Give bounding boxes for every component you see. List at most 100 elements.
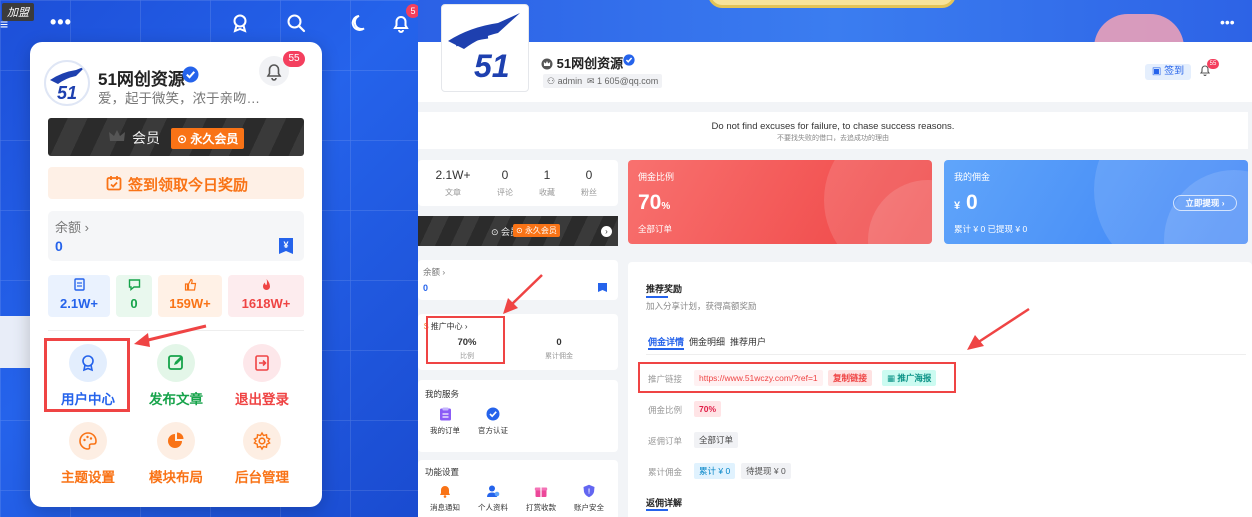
stat-value: 0 — [130, 296, 138, 311]
sign-in-label: 签到领取今日奖励 — [128, 177, 249, 194]
menu-publish-article[interactable]: 发布文章 — [136, 344, 216, 414]
vip-bar[interactable]: ⊙ 会员 ⊙ 永久会员 › — [418, 216, 618, 246]
pending-chip: 待提现 ¥ 0 — [741, 463, 791, 479]
motto-banner: Do not find excuses for failure, to chas… — [418, 112, 1248, 149]
commission-rate-title: 佣金比例 — [638, 172, 675, 182]
stat-articles[interactable]: 2.1W+ — [48, 275, 110, 317]
notification-count-badge: 5 — [406, 4, 418, 18]
profile-avatar[interactable]: 51 — [441, 4, 529, 92]
kpi-label: 粉丝 — [581, 188, 597, 197]
card-notification-badge: 55 — [283, 51, 305, 67]
fire-icon — [228, 278, 304, 291]
chevron-right-icon[interactable]: › — [601, 226, 612, 237]
commission-rate-card: 佣金比例 70% 全部订单 — [628, 160, 932, 244]
stat-value: 1618W+ — [241, 296, 291, 311]
crown-icon — [108, 128, 126, 144]
balance-card[interactable]: 余额 › 0 ¥ — [48, 211, 304, 261]
sidebar-edge — [0, 316, 30, 368]
balance-value: 0 — [55, 238, 63, 254]
tab-commission-detail[interactable]: 佣金详情 — [648, 335, 684, 348]
search-icon[interactable] — [286, 13, 306, 33]
profile-banner: ••• — [418, 0, 1252, 48]
balance-label: 余额 › — [423, 267, 446, 277]
menu-label: 后台管理 — [235, 470, 289, 485]
kpi-value: 0 — [585, 168, 593, 182]
comment-icon — [116, 278, 152, 291]
active-tab-underline — [648, 348, 684, 350]
stat-popularity[interactable]: 1618W+ — [228, 275, 304, 317]
sign-in-reward-button[interactable]: 签到领取今日奖励 — [48, 167, 304, 199]
badge-ribbon-icon[interactable] — [230, 13, 250, 33]
yen-wallet-icon: ¥ — [277, 237, 295, 255]
menu-module-layout[interactable]: 模块布局 — [136, 422, 216, 492]
gift-icon — [516, 484, 566, 498]
calendar-check-icon — [106, 175, 122, 191]
gear-icon — [243, 422, 281, 460]
vip-label: 会员 — [132, 130, 160, 146]
mobile-user-panel: 加盟 ••• 5 ≡ 51 51网创资源 爱，起于微笑，浓于亲吻… 55 会员 … — [0, 0, 418, 517]
highlight-box — [44, 338, 130, 412]
withdraw-button[interactable]: 立即提现 › — [1173, 195, 1237, 211]
promo-total: 0 — [556, 337, 562, 348]
menu-logout[interactable]: 退出登录 — [222, 344, 302, 414]
svg-text:51: 51 — [57, 83, 77, 103]
stat-comments[interactable]: 0 — [116, 275, 152, 317]
menu-theme-settings[interactable]: 主题设置 — [48, 422, 128, 492]
feature-label: 消息通知 — [430, 503, 460, 512]
my-commission-title: 我的佣金 — [954, 172, 991, 182]
shield-icon: ! — [564, 484, 614, 498]
orders-label: 返佣订单 — [648, 436, 683, 446]
svg-text:¥: ¥ — [283, 240, 288, 250]
menu-admin-panel[interactable]: 后台管理 — [222, 422, 302, 492]
yen-wallet-icon — [597, 282, 608, 293]
email-tag: ✉ 1 605@qq.com — [583, 74, 663, 88]
user-stats-panel: 2.1W+ 文章 0 评论 1 收藏 0 粉丝 — [418, 160, 618, 206]
more-dots-icon[interactable]: ••• — [1220, 14, 1235, 30]
user-motto: 爱，起于微笑，浓于亲吻… — [98, 91, 260, 106]
divider — [48, 330, 304, 331]
svg-text:!: ! — [588, 489, 590, 496]
balance-panel[interactable]: 余额 › 0 — [418, 260, 618, 300]
document-icon — [48, 278, 110, 291]
verified-icon — [468, 407, 518, 421]
feature-notifications[interactable]: 消息通知 — [420, 484, 470, 513]
tab-commission-records[interactable]: 佣金明细 — [689, 335, 725, 348]
verified-icon — [623, 54, 635, 66]
promo-total-label: 累计佣金 — [545, 353, 573, 360]
divider — [646, 354, 1246, 355]
commission-rate-value: 70% — [638, 191, 671, 214]
feature-account-security[interactable]: ! 账户安全 — [564, 484, 614, 513]
vip-tag: ⊙ 永久会员 — [171, 128, 245, 149]
feature-donation[interactable]: 打赏收款 — [516, 484, 566, 513]
tab-referred-users[interactable]: 推荐用户 — [730, 335, 766, 348]
dark-mode-moon-icon[interactable] — [350, 13, 370, 33]
services-title: 我的服务 — [425, 389, 460, 399]
menu-icon[interactable]: ≡ — [0, 16, 8, 32]
sign-in-button[interactable]: ▣ 签到 — [1145, 64, 1191, 80]
kpi-value: 2.1W+ — [435, 168, 471, 182]
profile-header — [418, 42, 1252, 102]
feature-label: 账户安全 — [574, 503, 604, 512]
service-label: 官方认证 — [478, 426, 508, 435]
my-commission-value: ¥ 0 — [954, 191, 978, 214]
reward-title: 推荐奖励 — [646, 284, 683, 294]
feature-profile[interactable]: 个人资料 — [468, 484, 518, 513]
quote-chinese: 不要找失败的借口，去追成功的理由 — [777, 135, 889, 142]
avatar[interactable]: 51 — [44, 60, 90, 106]
stat-value: 2.1W+ — [60, 296, 98, 311]
verified-icon — [182, 66, 199, 83]
more-dots-icon[interactable]: ••• — [50, 12, 72, 33]
service-verification[interactable]: 官方认证 — [468, 407, 518, 436]
stat-likes[interactable]: 159W+ — [158, 275, 222, 317]
orders-value: 全部订单 — [694, 432, 739, 448]
menu-label: 主题设置 — [61, 470, 115, 485]
user-center-page: ••• 51 51网创资源 ⚇ admin ✉ 1 605@qq.com ▣ 签… — [418, 0, 1252, 517]
crown-icon — [541, 58, 553, 70]
service-orders[interactable]: 我的订单 — [420, 407, 470, 436]
my-services-panel: 我的服务 我的订单 官方认证 — [418, 380, 618, 452]
service-label: 我的订单 — [430, 426, 460, 435]
vip-bar[interactable]: 会员 ⊙ 永久会员 — [48, 118, 304, 156]
balance-value: 0 — [423, 283, 429, 293]
highlight-box — [426, 316, 505, 364]
total-label: 累计佣金 — [648, 467, 683, 477]
